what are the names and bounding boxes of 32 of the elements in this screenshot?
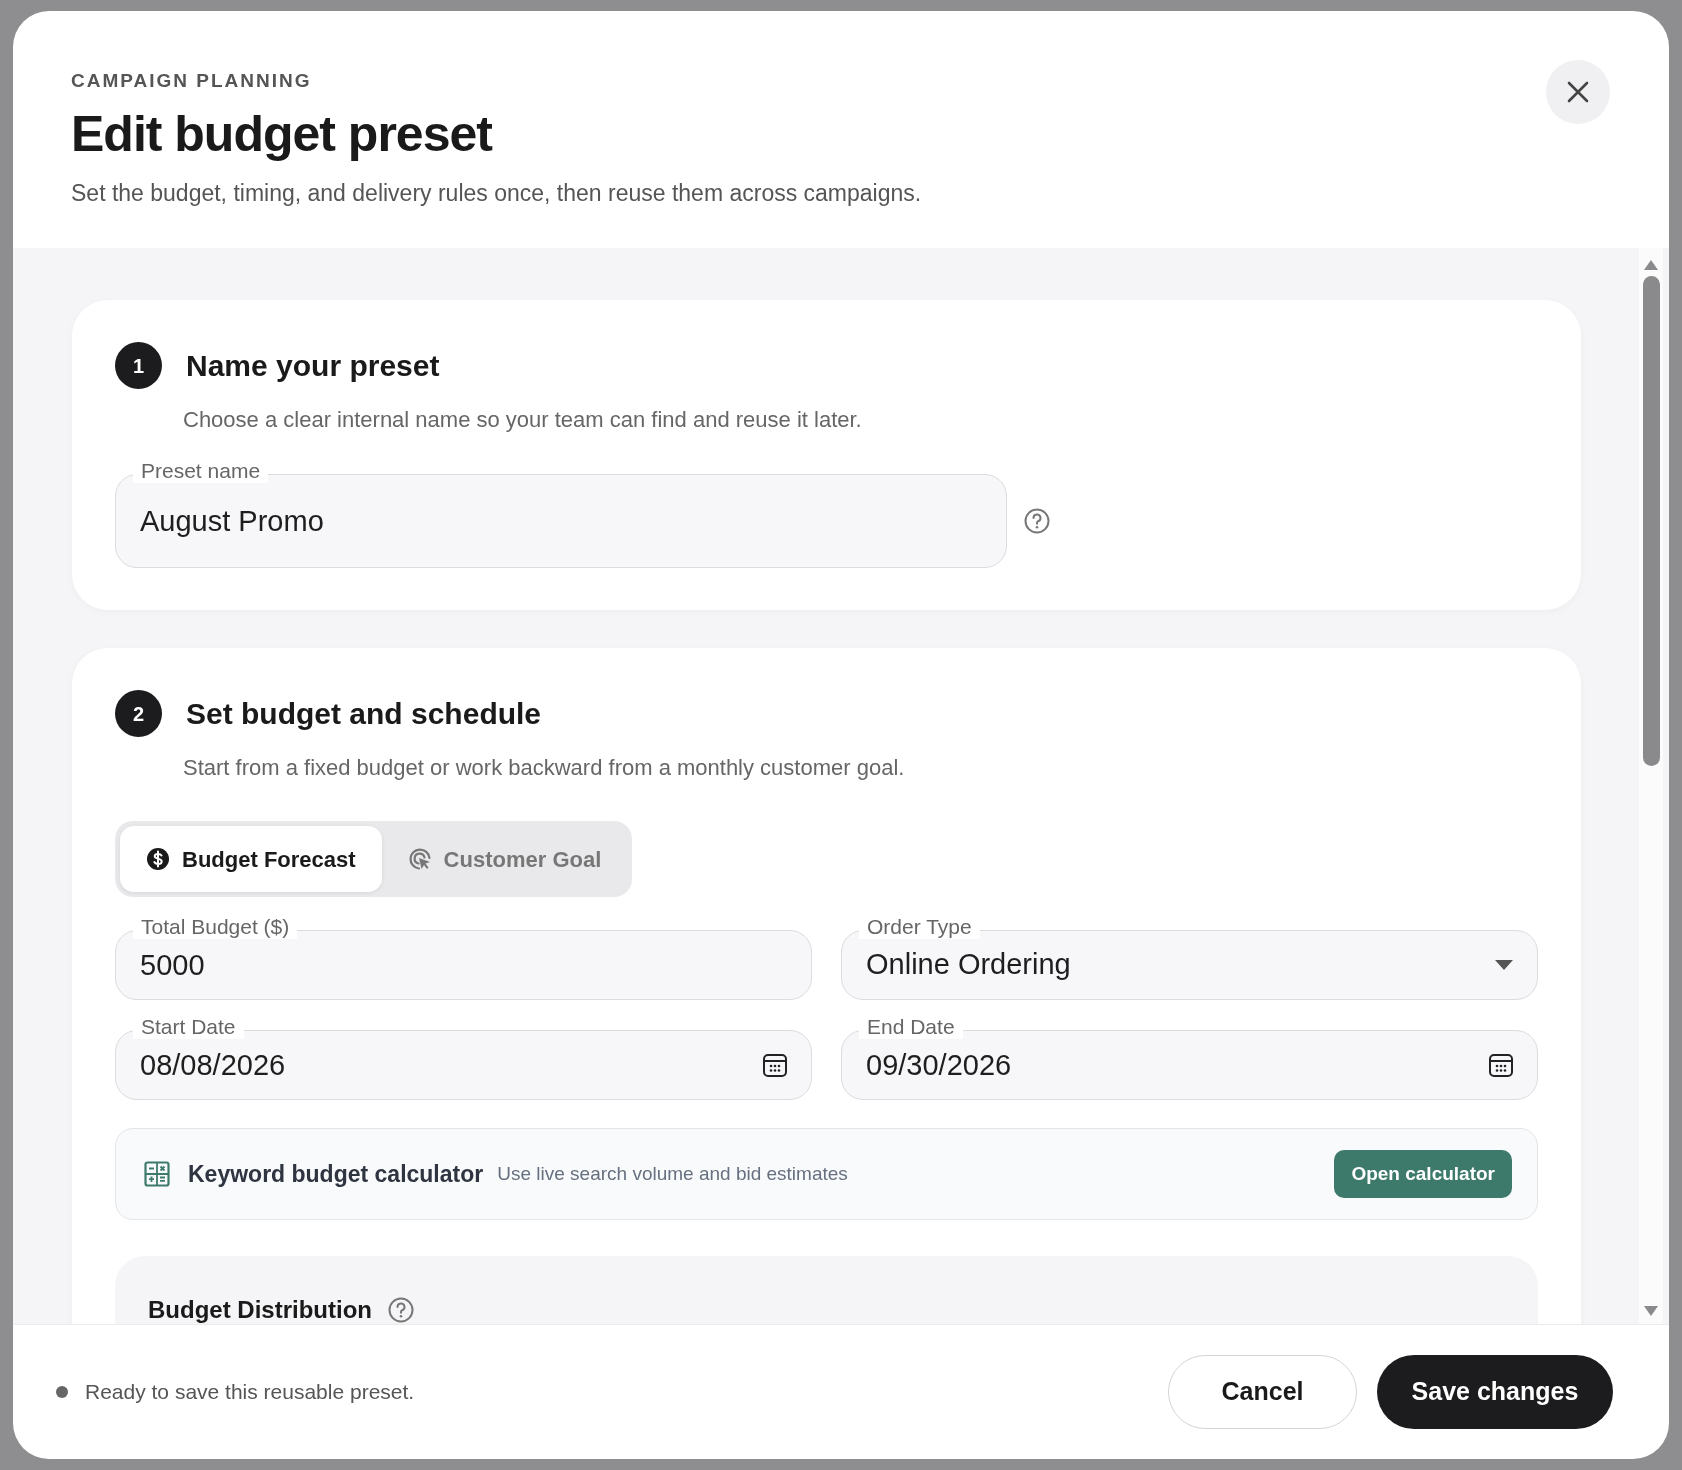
calculator-title: Keyword budget calculator [188,1159,484,1189]
section-description: Start from a fixed budget or work backward from a monthly customer goal. [183,754,906,782]
step-number: 1 [115,342,162,389]
mode-tab[interactable]: Customer Goal [381,826,628,892]
calculator-icon [144,1161,170,1187]
caret-icon [1495,960,1513,970]
open-calculator-button[interactable]: Open calculator [1334,1150,1512,1198]
section-title: Name your preset [186,348,440,384]
scrollbar-thumb[interactable] [1642,276,1660,766]
step-number: 2 [115,690,162,737]
eyebrow-label: CAMPAIGN PLANNING [71,69,312,93]
scroll-down-icon[interactable] [1644,1306,1658,1316]
cancel-button[interactable]: Cancel [1168,1355,1357,1429]
scrollbar[interactable] [1639,248,1663,1324]
help-icon[interactable] [387,1297,414,1323]
dialog-subtitle: Set the budget, timing, and delivery rules once, then reuse them across campaigns. [71,178,923,208]
section-title: Set budget and schedule [186,696,542,732]
distribution-title: Budget Distribution [148,1295,372,1324]
dialog-title: Edit budget preset [71,104,494,164]
calendar-icon[interactable] [762,1052,788,1078]
target-cursor-icon [407,847,432,871]
help-icon[interactable] [1024,508,1050,534]
mode-tab[interactable]: Budget Forecast [120,826,382,892]
calendar-icon[interactable] [1488,1052,1514,1078]
dollar-icon [146,847,170,871]
close-icon [1566,80,1590,104]
status-text: Ready to save this reusable preset. [85,1379,415,1406]
save-button[interactable]: Save changes [1377,1355,1613,1429]
status-dot [56,1386,68,1398]
section-description: Choose a clear internal name so your team can find and reuse it later. [183,406,863,434]
scroll-up-icon[interactable] [1644,260,1658,270]
calculator-description: Use live search volume and bid estimates [497,1161,848,1186]
